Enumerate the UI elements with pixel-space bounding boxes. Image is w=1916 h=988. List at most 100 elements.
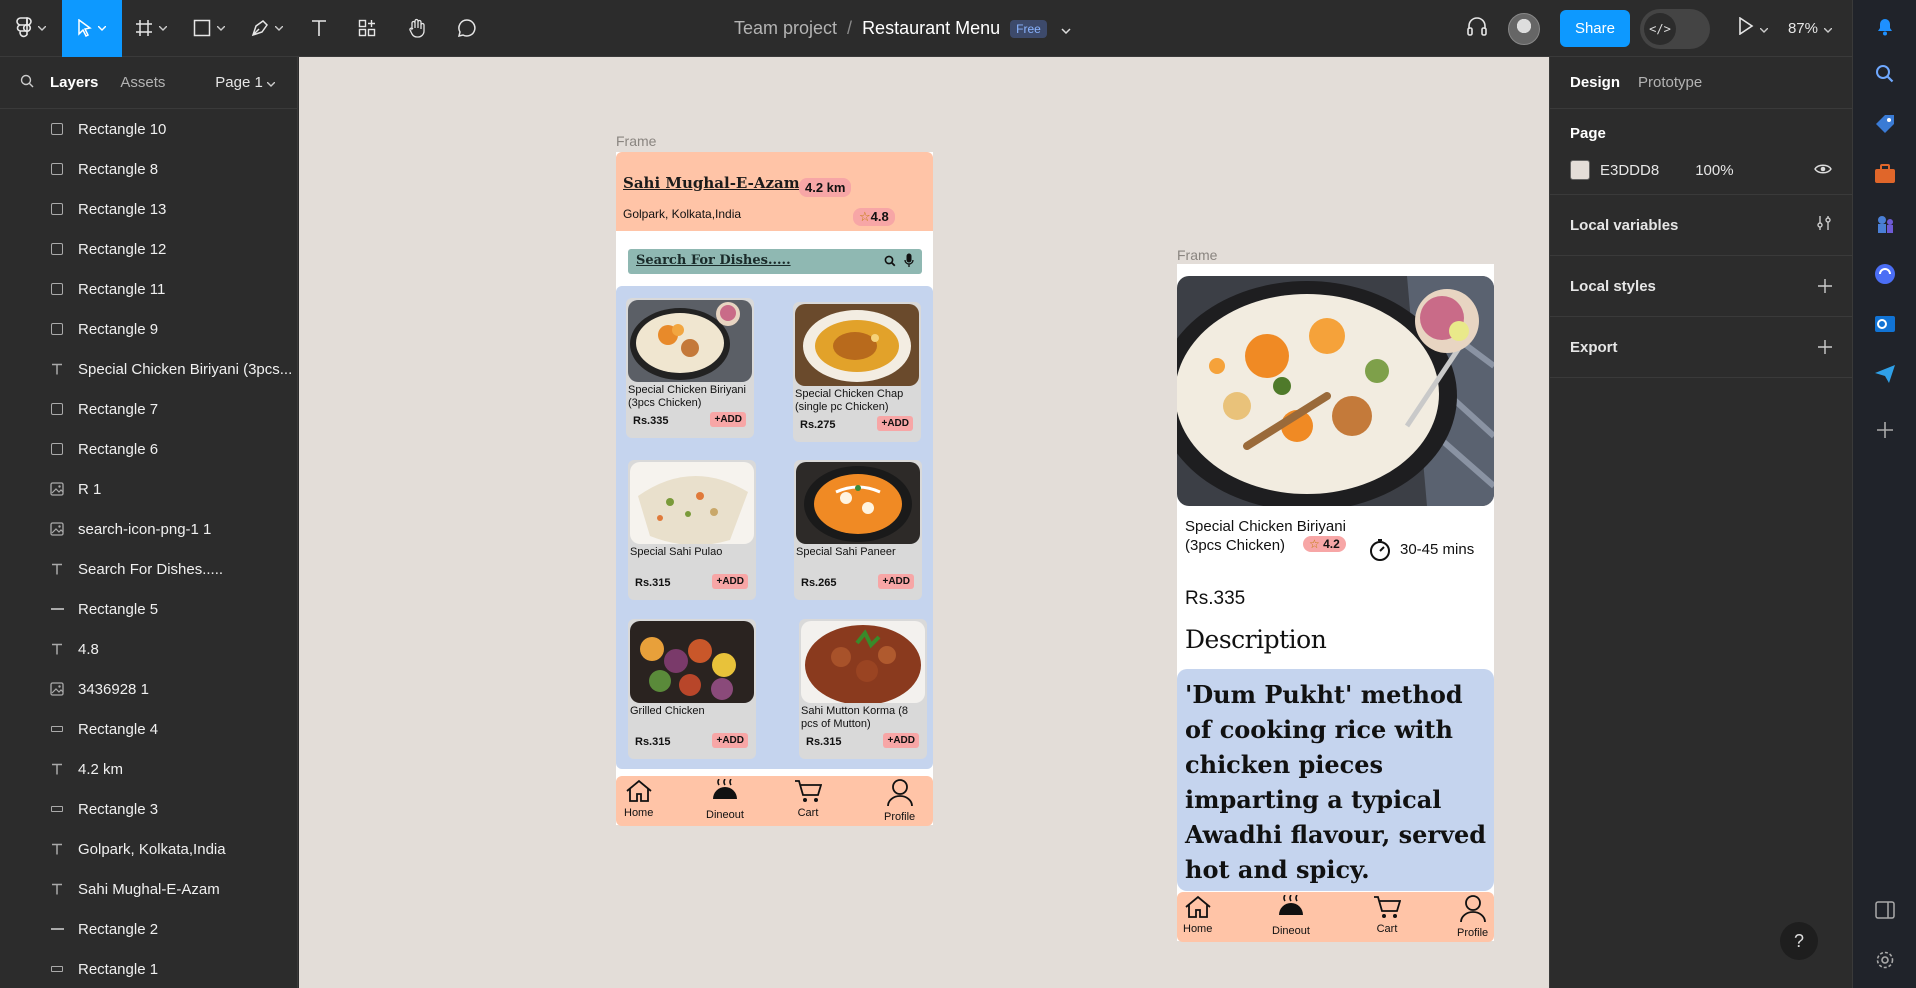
copilot-icon[interactable] (1873, 262, 1897, 286)
design-panel-tabs: Design Prototype (1550, 57, 1852, 109)
breadcrumb-team[interactable]: Team project (734, 18, 837, 39)
dish-card[interactable]: Special Chicken Chap (single pc Chicken)… (793, 302, 921, 442)
frame1-label[interactable]: Frame (616, 133, 656, 149)
nav-cart[interactable]: Cart (794, 779, 823, 819)
nav-profile[interactable]: Profile (1457, 895, 1488, 939)
briefcase-icon[interactable] (1873, 162, 1897, 186)
search-icon[interactable] (20, 74, 34, 92)
resources-tool-button[interactable] (342, 0, 392, 57)
page-fill-opacity[interactable]: 100% (1695, 162, 1733, 179)
present-play-icon[interactable] (1738, 16, 1754, 40)
nav-home[interactable]: Home (624, 779, 653, 819)
layer-row[interactable]: Rectangle 6 (0, 429, 297, 469)
eye-icon[interactable] (1814, 162, 1832, 179)
settings-gear-icon[interactable] (1873, 948, 1897, 972)
dish-card[interactable]: Grilled Chicken Rs.315 +ADD (628, 619, 756, 759)
layer-row[interactable]: Rectangle 8 (0, 149, 297, 189)
layer-row[interactable]: Rectangle 1 (0, 949, 297, 988)
search-icon[interactable] (884, 254, 896, 272)
layer-row[interactable]: Sahi Mughal-E-Azam (0, 869, 297, 909)
layer-row[interactable]: Golpark, Kolkata,India (0, 829, 297, 869)
layer-row[interactable]: search-icon-png-1 1 (0, 509, 297, 549)
user-avatar[interactable] (1507, 12, 1540, 45)
comment-tool-button[interactable] (442, 0, 492, 57)
dish-card[interactable]: Special Sahi Pulao Rs.315 +ADD (628, 460, 756, 600)
add-to-cart-button[interactable]: +ADD (710, 412, 746, 427)
tab-prototype[interactable]: Prototype (1638, 74, 1702, 91)
design-canvas[interactable]: Frame Frame Sahi Mughal-E-Azam 4.2 km Go… (299, 57, 1549, 988)
shape-tool-button[interactable] (180, 0, 238, 57)
sliders-icon[interactable] (1816, 215, 1832, 235)
bell-icon[interactable] (1873, 14, 1897, 38)
frame-tool-button[interactable] (122, 0, 180, 57)
outlook-icon[interactable] (1873, 312, 1897, 336)
tab-design[interactable]: Design (1570, 74, 1620, 91)
layer-row[interactable]: Rectangle 4 (0, 709, 297, 749)
move-tool-button[interactable] (62, 0, 122, 57)
tab-layers[interactable]: Layers (50, 74, 98, 91)
page-selector[interactable]: Page 1 (215, 74, 276, 91)
dish-search-bar[interactable]: Search For Dishes..... (628, 249, 922, 274)
search-icon[interactable] (1873, 62, 1897, 86)
text-tool-button[interactable] (296, 0, 342, 57)
layer-row[interactable]: Rectangle 13 (0, 189, 297, 229)
page-fill-swatch[interactable] (1570, 160, 1590, 180)
add-to-cart-button[interactable]: +ADD (712, 574, 748, 589)
layer-row[interactable]: Rectangle 7 (0, 389, 297, 429)
dev-mode-toggle[interactable]: </> (1639, 8, 1710, 49)
layer-row[interactable]: Rectangle 11 (0, 269, 297, 309)
dish-card[interactable]: Special Sahi Paneer Rs.265 +ADD (794, 460, 922, 600)
panel-toggle-icon[interactable] (1873, 898, 1897, 922)
nav-cart[interactable]: Cart (1373, 895, 1402, 935)
layer-row[interactable]: Search For Dishes..... (0, 549, 297, 589)
pen-tool-button[interactable] (238, 0, 296, 57)
dish-card[interactable]: Sahi Mutton Korma (8 pcs of Mutton) Rs.31… (799, 619, 927, 759)
menu-frame[interactable]: Sahi Mughal-E-Azam 4.2 km Golpark, Kolka… (616, 152, 933, 826)
layer-row[interactable]: Special Chicken Biriyani (3pcs... (0, 349, 297, 389)
layer-row[interactable]: 4.8 (0, 629, 297, 669)
tag-icon[interactable] (1873, 112, 1897, 136)
layer-row[interactable]: Rectangle 9 (0, 309, 297, 349)
plus-icon[interactable] (1818, 334, 1832, 360)
plus-icon[interactable] (1818, 273, 1832, 299)
export-section[interactable]: Export (1550, 317, 1852, 378)
nav-dineout[interactable]: Dineout (706, 778, 744, 821)
local-variables-section[interactable]: Local variables (1550, 195, 1852, 256)
microphone-icon[interactable] (904, 253, 914, 273)
layer-row[interactable]: R 1 (0, 469, 297, 509)
help-button[interactable]: ? (1780, 922, 1818, 960)
frame2-label[interactable]: Frame (1177, 247, 1217, 263)
layer-row[interactable]: 4.2 km (0, 749, 297, 789)
add-to-cart-button[interactable]: +ADD (878, 574, 914, 589)
hand-tool-button[interactable] (392, 0, 442, 57)
dish-grid: Special Chicken Biriyani (3pcs Chicken) R… (616, 286, 933, 769)
dish-detail-frame[interactable]: Special Chicken Biriyani (3pcs Chicken) … (1177, 264, 1494, 942)
headphones-icon[interactable] (1466, 15, 1488, 42)
send-icon[interactable] (1873, 362, 1897, 386)
add-to-cart-button[interactable]: +ADD (877, 416, 913, 431)
layer-row[interactable]: Rectangle 3 (0, 789, 297, 829)
tab-assets[interactable]: Assets (120, 74, 165, 91)
layer-row[interactable]: 3436928 1 (0, 669, 297, 709)
chess-icon[interactable] (1873, 212, 1897, 236)
local-styles-section[interactable]: Local styles (1550, 256, 1852, 317)
file-name[interactable]: Restaurant Menu (862, 18, 1000, 39)
nav-dineout[interactable]: Dineout (1272, 894, 1310, 937)
layer-row[interactable]: Rectangle 2 (0, 909, 297, 949)
add-icon[interactable] (1873, 418, 1897, 442)
add-to-cart-button[interactable]: +ADD (712, 733, 748, 748)
dish-card[interactable]: Special Chicken Biriyani (3pcs Chicken) R… (626, 298, 754, 438)
layer-row[interactable]: Rectangle 12 (0, 229, 297, 269)
nav-home[interactable]: Home (1183, 895, 1212, 935)
share-button[interactable]: Share (1559, 10, 1630, 47)
layer-row[interactable]: Rectangle 10 (0, 109, 297, 149)
add-to-cart-button[interactable]: +ADD (883, 733, 919, 748)
nav-profile[interactable]: Profile (884, 779, 915, 823)
chevron-down-icon[interactable] (1759, 20, 1769, 38)
main-menu-button[interactable] (0, 0, 62, 57)
page-fill-hex[interactable]: E3DDD8 (1600, 162, 1659, 179)
file-menu-chevron-icon[interactable] (1061, 18, 1071, 39)
chevron-down-icon[interactable] (1823, 20, 1833, 38)
zoom-level[interactable]: 87% (1788, 20, 1818, 37)
layer-row[interactable]: Rectangle 5 (0, 589, 297, 629)
